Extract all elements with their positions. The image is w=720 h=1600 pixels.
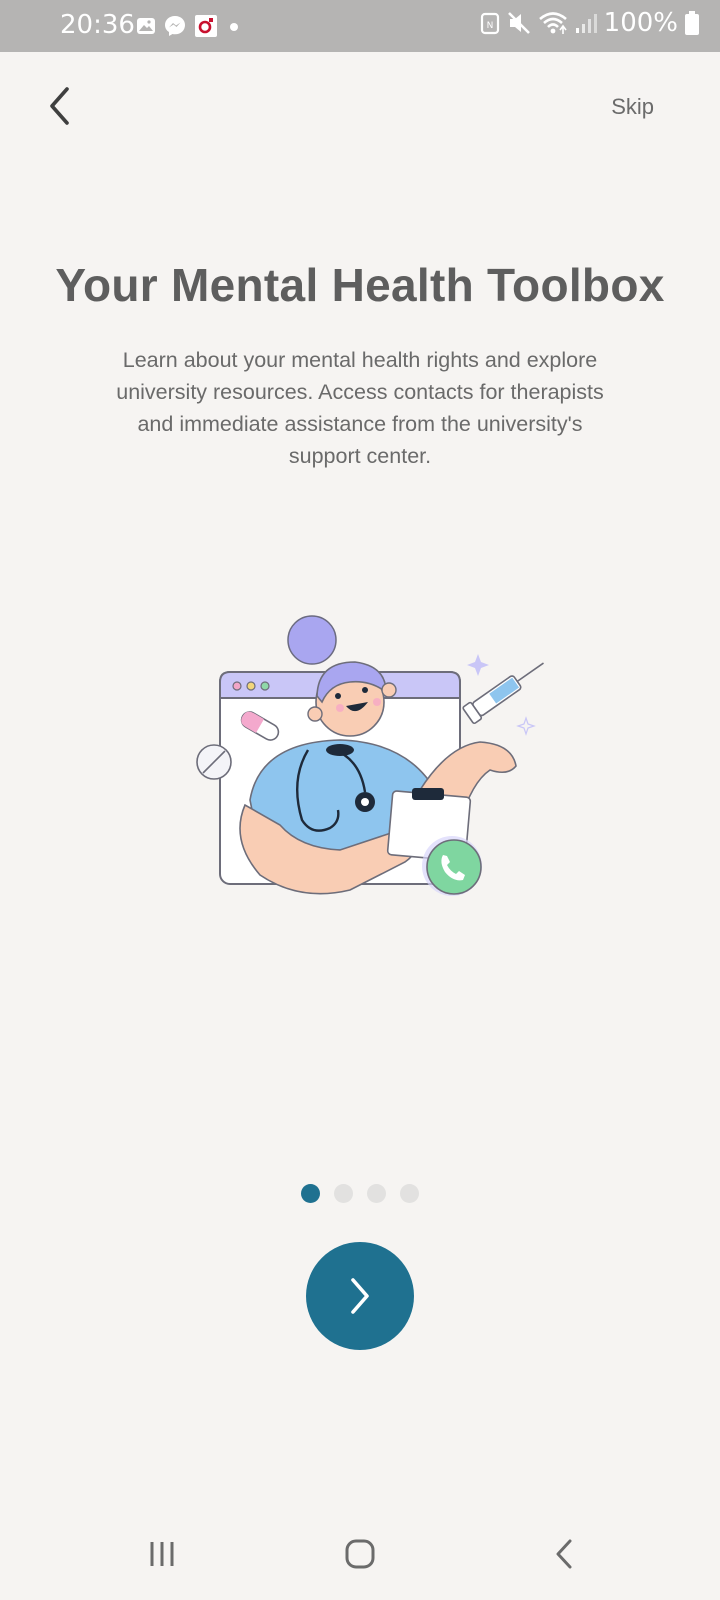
svg-text:N: N [486, 21, 493, 31]
back-button[interactable] [40, 82, 80, 130]
gallery-icon [137, 18, 155, 34]
recent-apps-icon [150, 1542, 174, 1566]
onboarding-screen: 20:36 N 100% Skip Your Mental Health Too… [0, 0, 720, 1600]
tablet-pill-shape [196, 744, 232, 780]
system-status-icons: N 100% [480, 8, 700, 38]
page-description: Learn about your mental health rights an… [116, 348, 604, 468]
page-dot-1[interactable] [301, 1184, 320, 1203]
battery-percent: 100% [603, 8, 678, 38]
system-navigation-bar [0, 1500, 720, 1600]
wifi-icon [538, 12, 567, 34]
page-dot-2[interactable] [334, 1184, 353, 1203]
home-icon [345, 1539, 375, 1569]
recent-apps-button[interactable] [132, 1534, 192, 1574]
next-button[interactable] [306, 1242, 414, 1350]
sparkle-shape [467, 654, 489, 676]
dot-icon [230, 23, 238, 31]
page-title: Your Mental Health Toolbox [55, 259, 665, 311]
page-dot-4[interactable] [400, 1184, 419, 1203]
status-time: 20:36 [60, 10, 135, 40]
doctor-telehealth-illustration [196, 615, 544, 896]
back-icon [556, 1539, 572, 1569]
purple-ball-shape [287, 615, 337, 665]
page-indicator [0, 1184, 720, 1203]
chevron-left-icon [50, 87, 69, 125]
skip-button[interactable]: Skip [611, 94, 654, 120]
chevron-right-icon [351, 1278, 369, 1314]
home-button[interactable] [330, 1534, 390, 1574]
battery-icon [685, 11, 699, 35]
signal-icon [575, 14, 597, 33]
nfc-icon: N [480, 12, 499, 35]
page-dot-3[interactable] [367, 1184, 386, 1203]
messenger-icon [165, 16, 185, 36]
notification-icons [136, 14, 242, 38]
app-notification-icon [195, 15, 217, 37]
status-bar: 20:36 N 100% [0, 0, 720, 52]
system-back-button[interactable] [534, 1534, 594, 1574]
mute-icon [507, 12, 530, 34]
